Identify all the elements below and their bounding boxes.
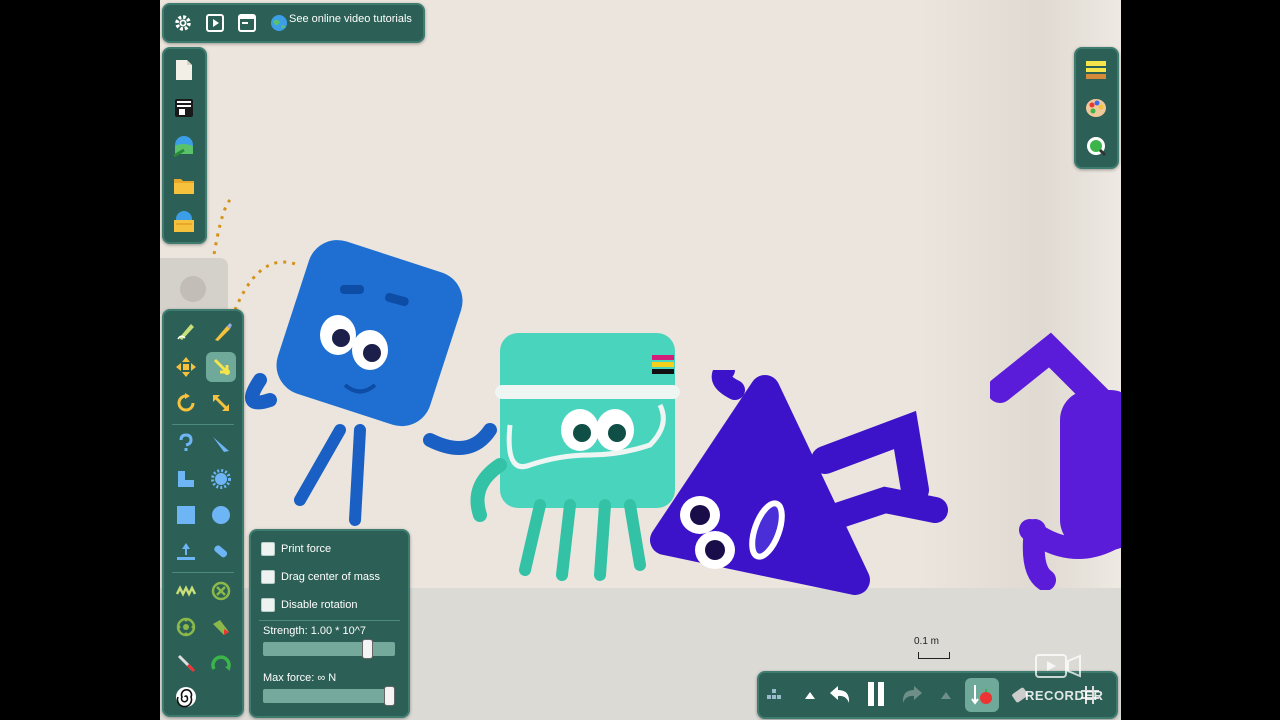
circle-tool[interactable] xyxy=(206,500,236,530)
rotate-tool[interactable] xyxy=(171,388,201,418)
spring-tool[interactable] xyxy=(171,576,201,606)
collapsed-panel-tab[interactable] xyxy=(160,258,228,314)
gravity-toggle-icon[interactable] xyxy=(965,678,999,712)
play-icon[interactable] xyxy=(202,10,228,36)
tools-divider xyxy=(172,424,234,425)
menu-grid-icon[interactable] xyxy=(763,682,789,708)
file-panel xyxy=(162,47,207,244)
strength-slider-thumb[interactable] xyxy=(362,639,373,659)
scale-label: 0.1 m xyxy=(914,636,940,647)
save-scene-icon[interactable] xyxy=(171,133,197,159)
print-force-option[interactable]: Print force xyxy=(261,542,331,556)
background-layers-icon[interactable] xyxy=(1083,57,1109,83)
violet-character[interactable] xyxy=(990,330,1121,590)
tutorials-link[interactable]: See online video tutorials xyxy=(289,13,412,25)
max-force-slider[interactable] xyxy=(263,686,395,706)
knife-tool[interactable] xyxy=(206,428,236,458)
zoom-fit-icon[interactable] xyxy=(1083,133,1109,159)
strength-slider[interactable] xyxy=(263,639,395,659)
scale-tool[interactable] xyxy=(206,388,236,418)
top-toolbar: See online video tutorials xyxy=(162,3,425,43)
hinge-tool[interactable] xyxy=(171,612,201,642)
drag-options-panel: Print force Drag center of mass Disable … xyxy=(249,529,410,718)
strength-label: Strength: 1.00 * 10^7 xyxy=(263,625,367,637)
gear-tool[interactable] xyxy=(206,464,236,494)
scale-indicator: 0.1 m xyxy=(914,636,950,659)
expand-up-icon[interactable] xyxy=(797,682,823,708)
spiral-tool[interactable] xyxy=(171,682,201,712)
options-divider xyxy=(259,620,400,621)
scale-bar xyxy=(918,652,950,659)
drag-center-of-mass-checkbox[interactable] xyxy=(261,570,275,584)
print-force-label: Print force xyxy=(281,543,332,555)
move-tool[interactable] xyxy=(171,352,201,382)
print-force-checkbox[interactable] xyxy=(261,542,275,556)
recorder-watermark-icon xyxy=(1034,652,1084,682)
tracer-tool[interactable] xyxy=(206,612,236,642)
open-folder-icon[interactable] xyxy=(171,173,197,199)
palette-icon[interactable] xyxy=(1083,95,1109,121)
sketch-tool[interactable] xyxy=(171,316,201,346)
new-document-icon[interactable] xyxy=(171,57,197,83)
polygon-tool[interactable] xyxy=(171,464,201,494)
drag-center-of-mass-label: Drag center of mass xyxy=(281,571,381,583)
laser-tool[interactable] xyxy=(171,648,201,678)
view-panel xyxy=(1074,47,1119,169)
clock-icon xyxy=(180,276,206,302)
box-tool[interactable] xyxy=(171,500,201,530)
fixate-tool[interactable] xyxy=(206,576,236,606)
pause-icon[interactable] xyxy=(863,681,889,707)
plane-tool[interactable] xyxy=(171,536,201,566)
tools-divider-2 xyxy=(172,572,234,573)
max-force-label: Max force: ∞ N xyxy=(263,672,337,684)
load-scene-icon[interactable] xyxy=(171,209,197,235)
scene-menu-icon[interactable] xyxy=(171,95,197,121)
blue-cube-character[interactable] xyxy=(240,230,500,530)
disable-rotation-checkbox[interactable] xyxy=(261,598,275,612)
undo-icon[interactable] xyxy=(827,681,853,707)
max-force-slider-thumb[interactable] xyxy=(384,686,395,706)
tools-panel xyxy=(162,309,244,717)
purple-triangle-character[interactable] xyxy=(645,370,955,595)
drag-center-of-mass-option[interactable]: Drag center of mass xyxy=(261,570,380,584)
gear-icon[interactable] xyxy=(170,10,196,36)
disable-rotation-option[interactable]: Disable rotation xyxy=(261,598,357,612)
gravity-tool[interactable] xyxy=(206,536,236,566)
expand-up-icon-2[interactable] xyxy=(933,682,959,708)
recorder-watermark: RECORDER xyxy=(1025,688,1104,703)
drag-tool[interactable] xyxy=(206,352,236,382)
chain-tool[interactable] xyxy=(171,428,201,458)
thruster-tool[interactable] xyxy=(206,648,236,678)
disable-rotation-label: Disable rotation xyxy=(281,599,358,611)
redo-icon[interactable] xyxy=(899,681,925,707)
window-icon[interactable] xyxy=(234,10,260,36)
brush-tool[interactable] xyxy=(206,316,236,346)
